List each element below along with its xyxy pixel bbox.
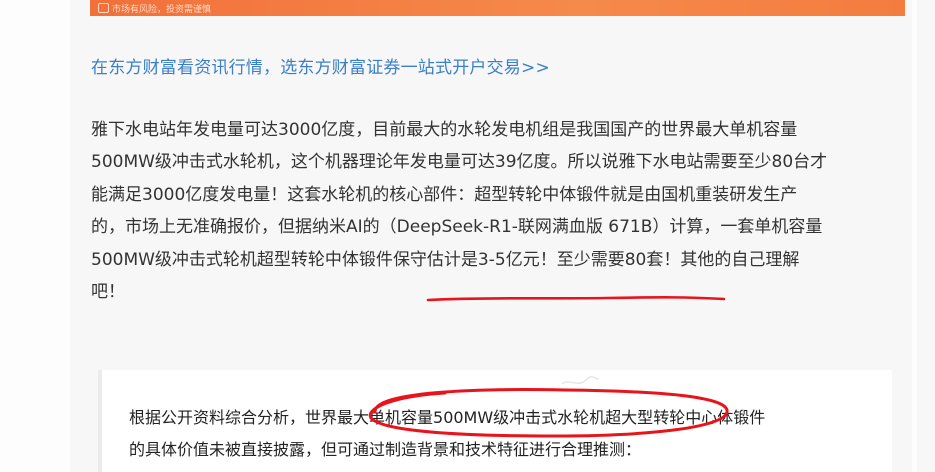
- article-line-5-end: 套！其他的自己理解: [646, 249, 800, 270]
- ad-disclaimer-text: 市场有风险，投资需谨慎: [112, 5, 212, 15]
- quote-line-1-start: 根据公开资料综合分析，世界: [129, 408, 338, 427]
- article-paragraph: 雅下水电站年发电量可达3000亿度，目前最大的水轮发电机组是我国国产的世界最大单…: [91, 114, 911, 308]
- promo-link[interactable]: 在东方财富看资讯行情，选东方财富证券一站式开户交易>>: [91, 53, 550, 78]
- article-line-4: 的，市场上无准确报价，但据纳米AI的（DeepSeek-R1-联网满血版 671…: [91, 217, 823, 238]
- ad-info-icon: [98, 3, 109, 13]
- red-underline-annotation: [426, 296, 726, 302]
- highlighted-price-text: 保守估计是3-5亿元！至少需要80: [392, 249, 647, 270]
- ad-banner[interactable]: 市场有风险，投资需谨慎: [90, 0, 905, 16]
- article-line-5: 500MW级冲击式轮机超型转轮中体锻件保守估计是3-5亿元！至少需要80套！其他…: [91, 244, 911, 276]
- red-ellipse-annotation: [368, 388, 729, 438]
- ad-disclaimer: 市场有风险，投资需谨慎: [98, 2, 211, 15]
- article-line-1: 雅下水电站年发电量可达3000亿度，目前最大的水轮发电机组是我国国产的世界最大单…: [91, 120, 798, 140]
- article-line-3: 能满足3000亿度发电量！这套水轮机的核心部件：超型转轮中体锻件就是由国机重装研…: [91, 184, 798, 205]
- article-line-2: 500MW级冲击式水轮机，这个机器理论年发电量可达39亿度。所以说雅下水电站需要…: [91, 152, 828, 173]
- article-line-5-start: 500MW级冲击式轮机超型转轮中体锻件: [91, 249, 393, 270]
- page-scrollbar[interactable]: [917, 0, 935, 472]
